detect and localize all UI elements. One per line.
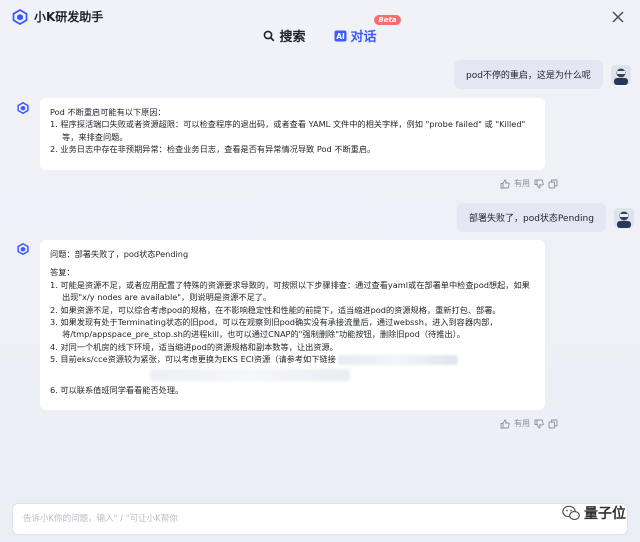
- answer-line: Pod 不断重启可能有以下原因：: [50, 107, 166, 117]
- answer-line: 1. 可能是资源不足，或者应用配置了特殊的资源要求导致的，可按照以下步骤排查：通…: [50, 279, 530, 303]
- thumbs-down-icon[interactable]: [534, 419, 544, 429]
- thumbs-up-icon[interactable]: [500, 419, 510, 429]
- search-icon: [264, 30, 275, 41]
- user-avatar: [610, 64, 631, 85]
- user-message-bubble: pod不停的重启，这是为什么呢: [454, 60, 603, 89]
- watermark: 量子位: [562, 503, 626, 523]
- user-message-bubble: 部署失败了，pod状态Pending: [457, 203, 606, 232]
- answer-line: 5. 目前eks/cce资源较为紧张，可以考虑更换为EKS ECI资源（请参考如…: [50, 353, 535, 365]
- feedback-bar: 有用: [500, 178, 558, 189]
- app-title: 小K研发助手: [34, 10, 104, 24]
- app-window: 小K研发助手 搜索 AI 对话 Beta pod不停的重启，这是为什么呢 Pod…: [0, 0, 640, 542]
- svg-text:AI: AI: [336, 32, 345, 41]
- useful-label[interactable]: 有用: [514, 418, 530, 429]
- answer-line: 1. 程序探活端口失败或者资源超限：可以检查程序的退出码，或者查看 YAML 文…: [50, 119, 526, 142]
- copy-icon[interactable]: [548, 419, 558, 429]
- answer-line: 2. 如果资源不足，可以综合考虑pod的规格，在不影响稳定性和性能的前提下，适当…: [50, 304, 501, 315]
- answer-label: 答复：: [50, 267, 75, 278]
- answer-line: 4. 对同一个机房的线下环境，适当缩进pod的资源规格和副本数等，让出资源。: [50, 341, 338, 352]
- user-avatar: [613, 207, 634, 228]
- answer-line: 3. 如果发现有处于Terminating状态的旧pod，可以在观察到旧pod确…: [50, 317, 498, 340]
- user-message: pod不停的重启，这是为什么呢: [454, 60, 631, 89]
- useful-label[interactable]: 有用: [514, 178, 530, 189]
- watermark-text: 量子位: [584, 506, 626, 522]
- assistant-avatar-icon: [17, 102, 29, 114]
- answer-line: 6. 可以联系值班同学看看能否处理。: [50, 384, 184, 395]
- ai-chat-icon: AI: [334, 30, 346, 41]
- question-line: 问题：部署失败了，pod状态Pending: [50, 249, 189, 259]
- tab-search-label: 搜索: [279, 30, 306, 45]
- redacted-content: [150, 368, 350, 381]
- tab-chat[interactable]: AI 对话 Beta: [334, 15, 401, 45]
- feedback-bar: 有用: [500, 418, 558, 429]
- app-logo-icon: [12, 8, 28, 25]
- chat-input-box[interactable]: [12, 503, 628, 535]
- tab-search[interactable]: 搜索: [263, 26, 306, 45]
- chat-input[interactable]: [13, 504, 627, 534]
- brand: 小K研发助手: [12, 8, 103, 25]
- copy-icon[interactable]: [548, 179, 558, 189]
- assistant-message-card: Pod 不断重启可能有以下原因： 1. 程序探活端口失败或者资源超限：可以检查程…: [40, 98, 545, 170]
- thumbs-down-icon[interactable]: [534, 179, 544, 189]
- tab-chat-label: 对话: [350, 30, 377, 45]
- answer-line-text: 5. 目前eks/cce资源较为紧张，可以考虑更换为EKS ECI资源（请参考如…: [50, 354, 336, 365]
- redacted-link: [338, 354, 459, 365]
- wechat-icon: [562, 505, 580, 521]
- answer-line: 2. 业务日志中存在非预期异常：检查业务日志，查看是否有异常情况导致 Pod 不…: [50, 144, 376, 155]
- close-icon[interactable]: [610, 9, 626, 25]
- assistant-avatar-icon: [17, 243, 29, 255]
- thumbs-up-icon[interactable]: [500, 179, 510, 189]
- assistant-message-card: 问题：部署失败了，pod状态Pending 答复： 1. 可能是资源不足，或者应…: [40, 240, 545, 410]
- header: 小K研发助手 搜索 AI 对话 Beta: [0, 0, 640, 45]
- mode-tabs: 搜索 AI 对话 Beta: [0, 15, 640, 45]
- user-message: 部署失败了，pod状态Pending: [457, 203, 634, 232]
- beta-badge: Beta: [374, 15, 401, 25]
